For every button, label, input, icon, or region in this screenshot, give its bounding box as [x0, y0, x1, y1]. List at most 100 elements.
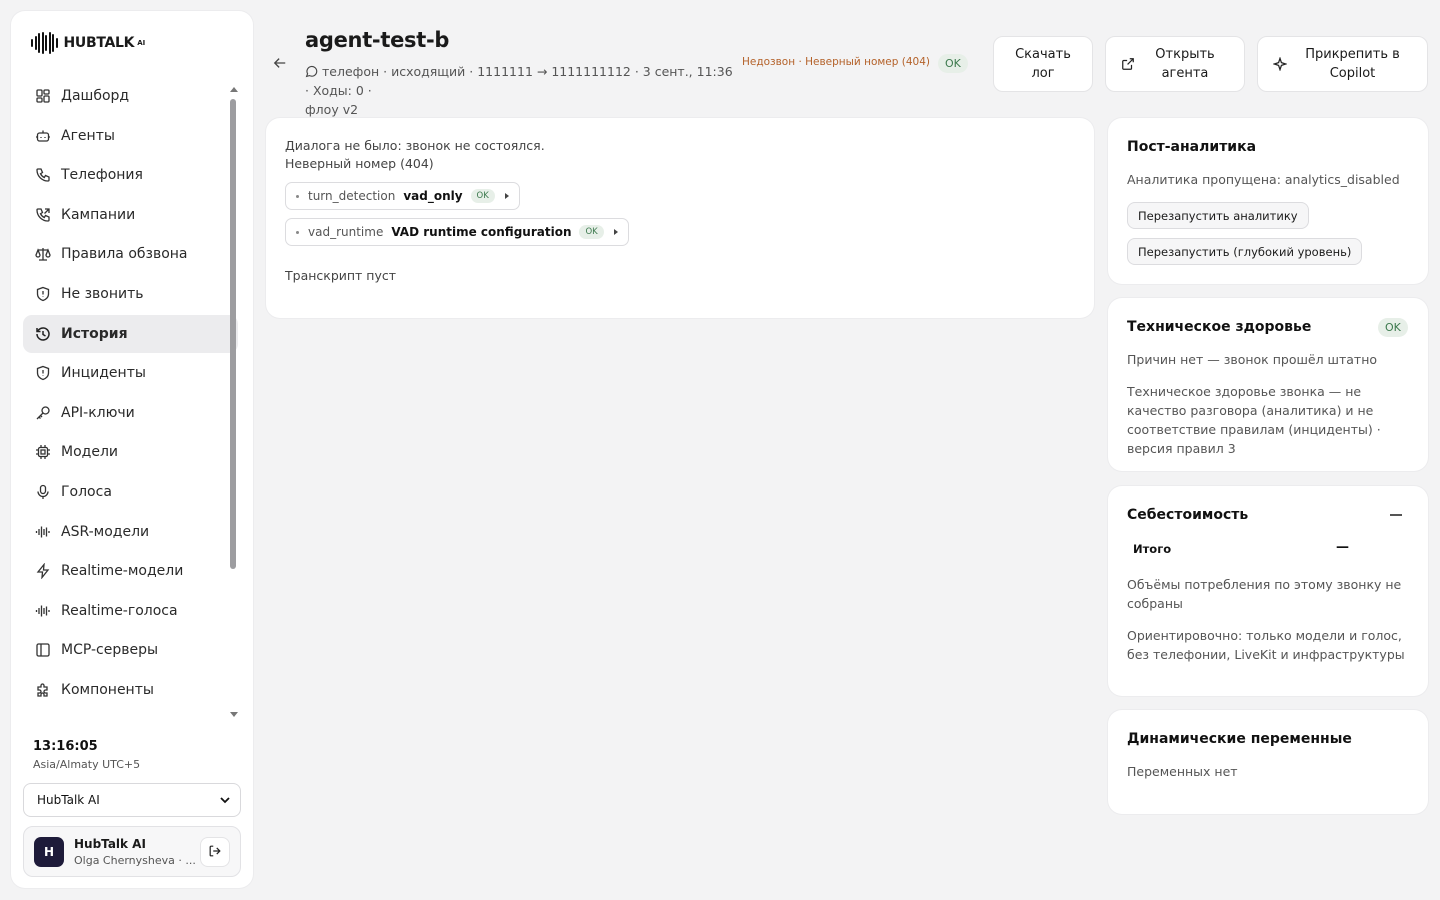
arrow-left-icon	[273, 55, 287, 74]
pin-to-copilot-label-1: Прикрепить в	[1305, 47, 1400, 62]
call-meta-line1: телефон · исходящий · 1111111 → 11111111…	[305, 64, 733, 98]
organization-select-value: HubTalk AI	[37, 793, 100, 807]
sidebar-item-agents[interactable]: Агенты	[23, 117, 238, 155]
key-icon	[35, 405, 51, 421]
sidebar-item-label: ASR-модели	[61, 523, 150, 540]
sidebar-item-label: Голоса	[61, 483, 112, 500]
call-status-text: Недозвон · Неверный номер (404)	[742, 56, 931, 68]
post-analytics-text: Аналитика пропущена: analytics_disabled	[1127, 172, 1400, 187]
sidebar-item-api-keys[interactable]: API-ключи	[23, 394, 238, 432]
technical-health-reason: Причин нет — звонок прошёл штатно	[1127, 352, 1378, 367]
call-detail-card: Диалога не было: звонок не состоялся. Не…	[266, 118, 1094, 318]
user-name: HubTalk AI	[74, 837, 146, 851]
zap-icon	[35, 563, 51, 580]
open-agent-button[interactable]: Открыть агента	[1105, 36, 1245, 92]
sidebar-item-label: API-ключи	[61, 404, 135, 421]
collapse-minus-icon[interactable]	[1390, 514, 1402, 516]
clock-timezone: Asia/Almaty UTC+5	[33, 758, 141, 771]
sidebar-item-campaigns[interactable]: Кампании	[23, 196, 238, 234]
caret-right-icon	[504, 193, 509, 199]
post-analytics-title: Пост-аналитика	[1127, 139, 1257, 155]
sidebar-item-label: Модели	[61, 444, 118, 461]
chip-value: vad_only	[403, 189, 463, 203]
open-agent-label-1: Открыть	[1155, 47, 1215, 62]
logout-button[interactable]	[200, 837, 230, 867]
sidebar-item-label: Телефония	[61, 167, 143, 184]
sidebar-item-label: Кампании	[61, 206, 136, 223]
chip-status-badge: OK	[579, 225, 604, 239]
phone-outgoing-icon	[35, 207, 51, 223]
sidebar-item-mcp-servers[interactable]: MCP-серверы	[23, 631, 238, 669]
sidebar-scrollbar[interactable]	[229, 87, 238, 717]
caret-right-icon	[613, 229, 618, 235]
chip-key: vad_runtime	[308, 225, 384, 239]
sidebar-item-components[interactable]: Компоненты	[23, 671, 238, 709]
sidebar-item-label: Инциденты	[61, 365, 146, 382]
sidebar-item-history[interactable]: История	[23, 314, 238, 353]
pin-to-copilot-button[interactable]: Прикрепить в Copilot	[1257, 36, 1428, 92]
organization-select[interactable]: HubTalk AI	[23, 783, 241, 817]
panel-icon	[35, 642, 51, 658]
scale-icon	[35, 246, 51, 262]
cost-title: Себестоимость	[1127, 507, 1249, 523]
sidebar: HUBTALK AI Дашборд Агенты Телефония Камп…	[11, 11, 253, 888]
sidebar-item-realtime-voices[interactable]: Realtime-голоса	[23, 592, 238, 630]
rerun-analytics-button[interactable]: Перезапустить аналитику	[1127, 202, 1309, 229]
technical-health-description: Техническое здоровье звонка — не качеств…	[1127, 384, 1381, 456]
open-agent-label-2: агента	[1161, 66, 1209, 81]
config-chip-vad-runtime[interactable]: vad_runtime VAD runtime configuration OK	[285, 218, 629, 246]
sidebar-item-telephony[interactable]: Телефония	[23, 156, 238, 194]
cpu-icon	[35, 444, 51, 460]
cost-total-value: —	[1336, 540, 1349, 555]
sidebar-item-asr-models[interactable]: ASR-модели	[23, 513, 238, 551]
no-dialog-line1: Диалога не было: звонок не состоялся.	[285, 138, 545, 153]
sidebar-item-label: История	[61, 325, 128, 342]
brand-name: HUBTALK	[63, 35, 135, 51]
download-log-label-1: Скачать	[1015, 47, 1071, 62]
cost-estimate-note: Ориентировочно: только модели и голос, б…	[1127, 628, 1405, 662]
cost-total-label: Итого	[1133, 542, 1172, 556]
call-meta-line2: флоу v2	[305, 102, 359, 117]
rerun-deep-analytics-button[interactable]: Перезапустить (глубокий уровень)	[1127, 238, 1363, 265]
technical-health-title: Техническое здоровье	[1127, 319, 1312, 335]
sidebar-item-label: Дашборд	[61, 88, 130, 104]
history-icon	[35, 326, 51, 342]
dynamic-variables-card: Динамические переменные Переменных нет	[1108, 710, 1428, 814]
download-log-label-2: лог	[1031, 66, 1055, 81]
audio-lines-icon	[35, 524, 51, 540]
sidebar-item-do-not-call[interactable]: Не звонить	[23, 275, 238, 313]
cost-card: Себестоимость Итого — Объёмы потребления…	[1108, 486, 1428, 696]
scroll-down-arrow-icon[interactable]	[230, 712, 238, 717]
scroll-up-arrow-icon[interactable]	[230, 87, 238, 92]
scrollbar-thumb[interactable]	[230, 99, 236, 569]
call-meta: телефон · исходящий · 1111111 → 11111111…	[305, 62, 735, 119]
sidebar-item-label: Компоненты	[61, 681, 154, 698]
page-title: agent-test-b	[305, 28, 450, 52]
sidebar-item-dial-rules[interactable]: Правила обзвона	[23, 235, 238, 273]
brand-suffix: AI	[137, 39, 146, 47]
user-subtitle: Olga Chernysheva · ...	[74, 854, 196, 867]
bot-icon	[35, 128, 51, 144]
mic-icon	[35, 484, 51, 500]
sidebar-item-label: MCP-серверы	[61, 642, 159, 659]
sidebar-item-label: Правила обзвона	[61, 246, 188, 263]
sidebar-item-incidents[interactable]: Инциденты	[23, 354, 238, 392]
sidebar-item-models[interactable]: Модели	[23, 433, 238, 471]
sidebar-item-voices[interactable]: Голоса	[23, 473, 238, 511]
no-dialog-message: Диалога не было: звонок не состоялся. Не…	[285, 137, 545, 173]
chip-value: VAD runtime configuration	[391, 225, 572, 239]
sidebar-item-realtime-models[interactable]: Realtime-модели	[23, 552, 238, 590]
puzzle-icon	[35, 682, 51, 698]
bullet-icon	[296, 194, 299, 198]
status-badge: OK	[1378, 318, 1408, 337]
sidebar-item-dashboard[interactable]: Дашборд	[23, 77, 238, 115]
download-log-button[interactable]: Скачать лог	[993, 36, 1093, 92]
sidebar-nav: Дашборд Агенты Телефония Кампании Правил…	[23, 77, 238, 711]
brand-logo[interactable]: HUBTALK AI	[31, 31, 145, 55]
back-button[interactable]	[270, 54, 290, 74]
config-chip-turn-detection[interactable]: turn_detection vad_only OK	[285, 182, 520, 210]
audio-lines-icon	[35, 603, 51, 619]
no-dialog-line2: Неверный номер (404)	[285, 156, 434, 171]
sparkle-icon	[1272, 56, 1288, 72]
sidebar-item-label: Агенты	[61, 127, 115, 144]
